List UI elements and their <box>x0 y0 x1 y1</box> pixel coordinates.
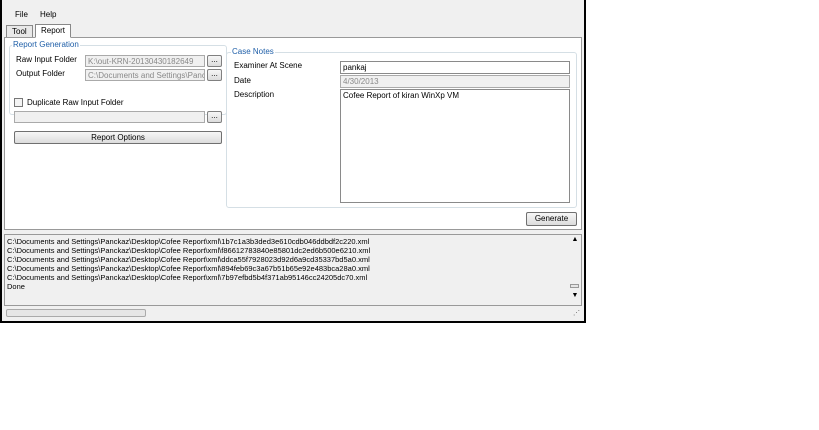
report-options-button[interactable]: Report Options <box>14 131 222 144</box>
case-notes-legend: Case Notes <box>231 47 275 56</box>
log-line: Done <box>7 282 25 291</box>
log-line: C:\Documents and Settings\Panckaz\Deskto… <box>7 264 370 273</box>
log-line: C:\Documents and Settings\Panckaz\Deskto… <box>7 255 370 264</box>
menu-help[interactable]: Help <box>40 10 56 19</box>
browse-raw-input-button[interactable]: ... <box>207 55 222 67</box>
log-line: C:\Documents and Settings\Panckaz\Deskto… <box>7 237 370 246</box>
duplicate-raw-input-checkbox[interactable] <box>14 98 23 107</box>
duplicate-raw-input-label: Duplicate Raw Input Folder <box>27 98 124 107</box>
date-field[interactable]: 4/30/2013 <box>340 75 570 88</box>
date-label: Date <box>234 76 251 85</box>
examiner-input[interactable]: pankaj <box>340 61 570 74</box>
resize-grip-icon[interactable]: ⋰ <box>573 309 580 317</box>
report-generation-legend: Report Generation <box>12 40 80 49</box>
duplicate-folder-field[interactable] <box>14 111 205 123</box>
tab-report[interactable]: Report <box>35 24 72 38</box>
log-output[interactable]: C:\Documents and Settings\Panckaz\Deskto… <box>4 234 582 306</box>
raw-input-folder-label: Raw Input Folder <box>16 55 77 64</box>
browse-output-button[interactable]: ... <box>207 69 222 81</box>
generate-button[interactable]: Generate <box>526 212 577 226</box>
log-scroll-thumb[interactable] <box>570 284 579 288</box>
raw-input-folder-field[interactable]: K:\out-KRN-20130430182649 <box>85 55 205 67</box>
app-window: File Help Tool Report Report Generation … <box>0 0 586 323</box>
scroll-down-icon[interactable]: ▼ <box>569 292 581 299</box>
scroll-up-icon[interactable]: ▲ <box>569 236 581 243</box>
menu-bar: File Help <box>2 6 584 22</box>
description-textarea[interactable]: Cofee Report of kiran WinXp VM <box>340 89 570 203</box>
horizontal-scrollbar[interactable]: ⋰ <box>4 308 582 319</box>
log-line: C:\Documents and Settings\Panckaz\Deskto… <box>7 246 371 255</box>
output-folder-field[interactable]: C:\Documents and Settings\Panck <box>85 69 205 81</box>
log-line: C:\Documents and Settings\Panckaz\Deskto… <box>7 273 368 282</box>
output-folder-label: Output Folder <box>16 69 65 78</box>
menu-file[interactable]: File <box>15 10 28 19</box>
log-vertical-scrollbar[interactable]: ▲ ▼ <box>569 235 581 305</box>
report-tab-panel: Report Generation Raw Input Folder K:\ou… <box>4 37 582 230</box>
browse-duplicate-button[interactable]: ... <box>207 111 222 123</box>
horizontal-scroll-thumb[interactable] <box>6 309 146 317</box>
examiner-label: Examiner At Scene <box>234 61 303 70</box>
description-label: Description <box>234 90 275 99</box>
